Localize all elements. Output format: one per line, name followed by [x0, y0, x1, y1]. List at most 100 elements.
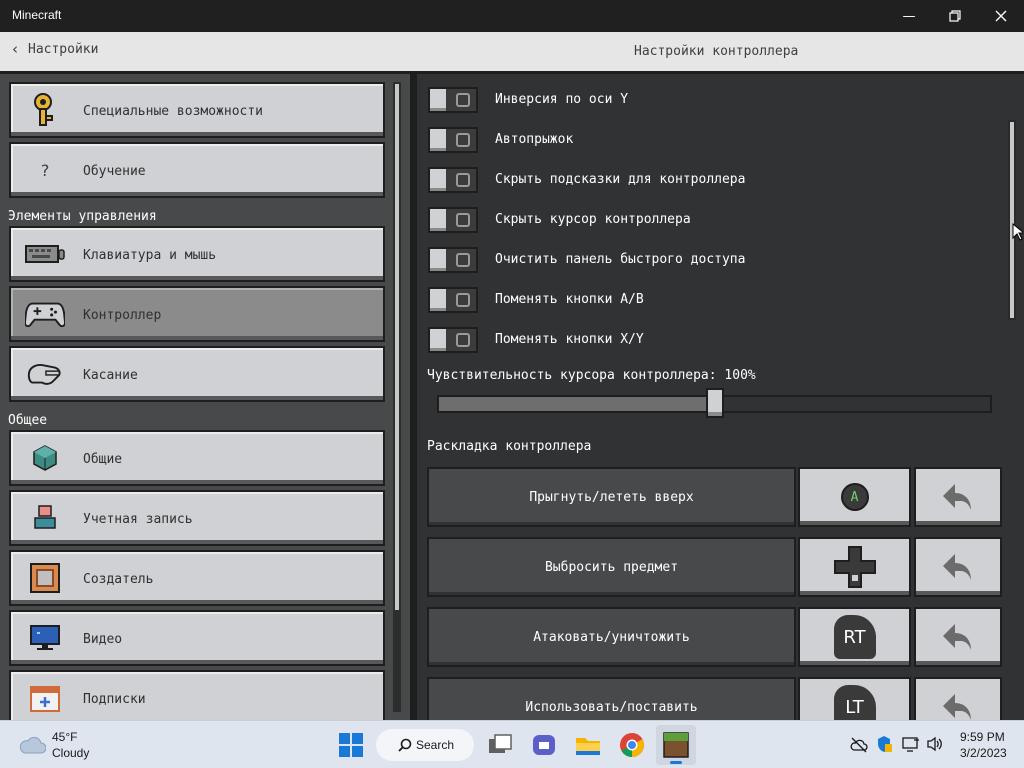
rt-trigger-icon: RT: [833, 615, 876, 659]
key-icon: [25, 92, 65, 128]
file-explorer-icon[interactable]: [574, 731, 602, 759]
controller-layout-title: Раскладка контроллера: [427, 439, 592, 454]
taskbar-search-button[interactable]: Search: [376, 729, 474, 761]
clock-date[interactable]: 3/2/2023: [960, 746, 1007, 760]
sidebar-item-label: Обучение: [83, 164, 146, 179]
binding-action-label: Выбросить предмет: [544, 559, 679, 575]
section-controls: Элементы управления: [8, 209, 157, 224]
page-title: Настройки контроллера: [634, 44, 799, 59]
toggle-label: Поменять кнопки A/B: [495, 292, 644, 307]
section-general: Общее: [8, 413, 48, 428]
toggle-switch[interactable]: [428, 207, 478, 233]
task-view-icon[interactable]: [486, 731, 514, 759]
windows-taskbar: 45°F Cloudy Search 9:59 PM 3/2/2023: [0, 720, 1024, 768]
slider-thumb[interactable]: [706, 388, 724, 418]
binding-key-button[interactable]: [798, 537, 911, 597]
toggle-switch[interactable]: [428, 287, 478, 313]
display-icon[interactable]: [902, 736, 920, 752]
reset-binding-button[interactable]: [914, 537, 1002, 597]
cloud-offline-icon[interactable]: [850, 737, 868, 753]
touch-icon: [25, 356, 65, 392]
back-label: Настройки: [28, 41, 99, 57]
weather-description: Cloudy: [52, 746, 90, 760]
settings-scrollbar-thumb[interactable]: [1010, 122, 1014, 318]
minimize-button[interactable]: —: [886, 0, 932, 32]
sidebar-item-tutorial[interactable]: ? Обучение: [9, 142, 385, 198]
sidebar-item-video[interactable]: Видео: [9, 610, 385, 666]
binding-action-button[interactable]: Прыгнуть/лететь вверх: [427, 467, 796, 527]
app-title: Minecraft: [12, 8, 62, 22]
security-shield-icon[interactable]: [876, 735, 892, 753]
reset-arrow-icon: [943, 694, 971, 720]
sidebar-item-touch[interactable]: Касание: [9, 346, 385, 402]
binding-key-button[interactable]: RT: [798, 607, 911, 667]
off-indicator-icon: [456, 133, 470, 147]
windows-start-icon[interactable]: [337, 731, 365, 759]
sidebar-item-label: Создатель: [83, 572, 154, 587]
sidebar-item-account[interactable]: Учетная запись: [9, 490, 385, 546]
binding-row-drop-item: Выбросить предмет: [427, 537, 1002, 597]
subscription-icon: [25, 680, 65, 716]
binding-row-attack: Атаковать/уничтожить RT: [427, 607, 1002, 667]
sidebar-item-creator[interactable]: Создатель: [9, 550, 385, 606]
gamepad-icon: [25, 296, 65, 332]
toggle-label: Автопрыжок: [495, 132, 574, 147]
title-bar: Minecraft —: [0, 0, 1024, 32]
sidebar-item-label: Касание: [83, 368, 138, 383]
teams-chat-icon[interactable]: [530, 731, 558, 759]
toggle-label: Скрыть подсказки для контроллера: [495, 172, 746, 187]
binding-action-label: Прыгнуть/лететь вверх: [529, 489, 694, 505]
mouse-cursor-icon: [1012, 223, 1023, 241]
binding-action-label: Использовать/поставить: [525, 699, 698, 715]
sidebar-item-controller[interactable]: Контроллер: [9, 286, 385, 342]
sidebar-scrollbar-thumb[interactable]: [395, 84, 399, 610]
binding-action-button[interactable]: Атаковать/уничтожить: [427, 607, 796, 667]
sidebar-item-label: Общие: [83, 452, 123, 467]
sidebar-item-subscriptions[interactable]: Подписки: [9, 670, 385, 720]
keyboard-icon: [25, 236, 65, 272]
toggle-switch[interactable]: [428, 167, 478, 193]
chrome-icon[interactable]: [618, 731, 646, 759]
a-button-icon: A: [840, 483, 869, 511]
toggle-switch[interactable]: [428, 127, 478, 153]
monitor-icon: [25, 620, 65, 656]
toggle-switch[interactable]: [428, 247, 478, 273]
back-button[interactable]: ‹ Настройки: [12, 40, 98, 58]
volume-icon[interactable]: [926, 736, 944, 752]
reset-arrow-icon: [943, 484, 971, 510]
settings-header: ‹ Настройки Настройки контроллера: [0, 32, 1024, 73]
dpad-icon: [833, 546, 876, 588]
binding-action-label: Атаковать/уничтожить: [533, 629, 690, 645]
reset-arrow-icon: [943, 554, 971, 580]
sidebar-item-general[interactable]: Общие: [9, 430, 385, 486]
off-indicator-icon: [456, 293, 470, 307]
search-icon: [398, 738, 412, 752]
off-indicator-icon: [456, 253, 470, 267]
search-label: Search: [416, 738, 455, 752]
sidebar-item-accessibility[interactable]: Специальные возможности: [9, 82, 385, 138]
minimize-icon: —: [902, 8, 916, 24]
sidebar-item-label: Подписки: [83, 692, 146, 707]
sensitivity-label: Чувствительность курсора контроллера: 10…: [427, 368, 756, 383]
minecraft-icon: [663, 732, 689, 758]
creator-icon: [25, 560, 65, 596]
clock-time[interactable]: 9:59 PM: [960, 730, 1005, 744]
toggle-switch[interactable]: [428, 327, 478, 353]
reset-binding-button[interactable]: [914, 607, 1002, 667]
weather-temperature[interactable]: 45°F: [52, 730, 77, 744]
close-button[interactable]: [978, 0, 1024, 32]
off-indicator-icon: [456, 93, 470, 107]
minecraft-taskbar-button[interactable]: [656, 725, 696, 765]
binding-key-button[interactable]: A: [798, 467, 911, 527]
sidebar-item-label: Специальные возможности: [83, 104, 264, 119]
reset-binding-button[interactable]: [914, 467, 1002, 527]
maximize-button[interactable]: [932, 0, 978, 32]
toggle-label: Поменять кнопки X/Y: [495, 332, 644, 347]
sidebar-item-keyboard[interactable]: Клавиатура и мышь: [9, 226, 385, 282]
binding-action-button[interactable]: Выбросить предмет: [427, 537, 796, 597]
question-icon: ?: [40, 160, 50, 180]
sidebar-item-label: Видео: [83, 632, 123, 647]
toggle-label: Скрыть курсор контроллера: [495, 212, 691, 227]
settings-sidebar: Специальные возможности ? Обучение Элеме…: [0, 74, 410, 720]
toggle-switch[interactable]: [428, 87, 478, 113]
